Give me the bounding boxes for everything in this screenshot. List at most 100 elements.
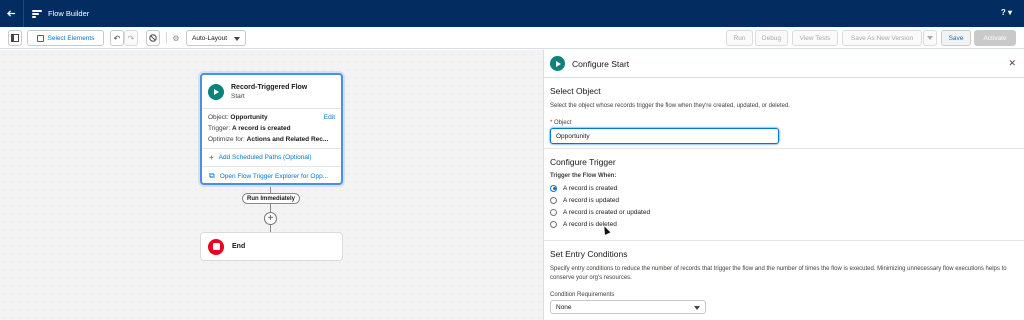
save-as-new-label: Save As New Version	[850, 34, 914, 42]
help-icon[interactable]: ? ▾	[1001, 8, 1012, 17]
radio-record-created[interactable]: A record is created	[550, 182, 1024, 194]
radio-label: A record is updated	[563, 196, 620, 204]
connector-line	[270, 225, 271, 232]
end-element[interactable]: End	[200, 232, 343, 261]
disable-icon	[149, 34, 157, 42]
toggle-panel-icon	[11, 34, 19, 42]
play-icon	[208, 83, 224, 100]
trigger-value: A record is created	[231, 125, 291, 132]
radio-label: A record is created	[563, 184, 618, 192]
entry-conditions-heading: Set Entry Conditions	[550, 249, 628, 259]
start-details: Object: Opportunity Edit Trigger: A reco…	[202, 109, 341, 149]
back-button[interactable]	[0, 0, 24, 27]
add-scheduled-paths-link[interactable]: + Add Scheduled Paths (Optional)	[202, 149, 341, 167]
play-icon	[550, 56, 565, 71]
radio-record-updated[interactable]: A record is updated	[550, 194, 1024, 206]
run-immediately-label: Run Immediately	[242, 193, 300, 204]
radio-button-checked[interactable]	[550, 184, 557, 192]
object-label: Object:	[208, 114, 229, 121]
edit-link[interactable]: Edit	[324, 114, 335, 121]
condition-requirements-label: Condition Requirements	[550, 292, 615, 298]
optimize-row: Optimize for: Actions and Related Rec...	[208, 136, 335, 143]
optimize-value: Actions and Related Rec...	[246, 136, 329, 143]
add-element-button[interactable]: +	[264, 212, 277, 225]
object-field-label: * Object	[550, 120, 572, 126]
save-label: Save	[948, 34, 964, 42]
back-arrow-icon	[7, 10, 16, 17]
redo-icon: ↷	[127, 33, 135, 43]
save-as-new-version-button[interactable]: Save As New Version	[842, 30, 922, 46]
configure-trigger-section: Configure Trigger Trigger the Flow When:…	[544, 149, 1024, 241]
entry-conditions-description: Specify entry conditions to reduce the n…	[550, 266, 1007, 281]
entry-conditions-section: Set Entry Conditions Specify entry condi…	[544, 241, 1024, 320]
object-row: Object: Opportunity	[208, 114, 335, 121]
top-bar: Flow Builder ? ▾	[0, 0, 1024, 27]
radio-button[interactable]	[550, 208, 557, 216]
object-input[interactable]: Opportunity	[550, 128, 779, 144]
radio-label: A record is created or updated	[563, 208, 651, 216]
condition-requirements-select[interactable]: None	[550, 300, 706, 314]
object-field-label-text: Object	[554, 120, 572, 126]
trigger-label: Trigger:	[208, 125, 231, 132]
object-value: Opportunity	[230, 114, 268, 121]
radio-button[interactable]	[550, 220, 557, 228]
close-icon[interactable]: ✕	[1008, 58, 1016, 69]
toggle-panel-button[interactable]	[8, 30, 22, 46]
chevron-down-icon	[694, 306, 700, 310]
select-elements-label: Select Elements	[47, 34, 95, 42]
start-header: Record-Triggered Flow Start	[202, 75, 341, 109]
undo-icon: ↶	[113, 33, 121, 43]
radio-label: A record is deleted	[563, 220, 617, 228]
radio-record-deleted[interactable]: A record is deleted	[550, 218, 1024, 230]
plus-icon: +	[267, 212, 274, 224]
undo-button[interactable]: ↶	[110, 30, 124, 46]
chevron-down-icon	[234, 37, 240, 41]
activate-label: Activate	[983, 34, 1007, 42]
plus-icon: +	[209, 153, 214, 162]
toolbar: Select Elements ↶ ↷ ⚙ Auto-Layout Run De…	[0, 27, 1024, 49]
add-paths-label: Add Scheduled Paths (Optional)	[218, 154, 312, 161]
chevron-down-icon	[927, 36, 933, 40]
settings-button[interactable]: ⚙	[170, 30, 182, 46]
layout-select[interactable]: Auto-Layout	[186, 30, 246, 46]
radio-button[interactable]	[550, 196, 557, 204]
layout-select-value: Auto-Layout	[192, 34, 228, 42]
select-object-section: Select Object Select the object whose re…	[544, 78, 1024, 149]
trigger-group-label: Trigger the Flow When:	[550, 173, 617, 179]
configure-start-panel: Configure Start ✕ Select Object Select t…	[543, 50, 1024, 320]
open-trigger-explorer-link[interactable]: ⧉ Open Flow Trigger Explorer for Opp...	[202, 167, 341, 185]
debug-button[interactable]: Debug	[755, 30, 788, 46]
configure-trigger-heading: Configure Trigger	[550, 157, 616, 167]
condition-requirements-value: None	[556, 303, 572, 311]
view-tests-label: View Tests	[799, 34, 831, 42]
select-object-description: Select the object whose records trigger …	[550, 103, 790, 109]
start-title: Record-Triggered Flow	[231, 83, 308, 91]
select-elements-button[interactable]: Select Elements	[27, 30, 104, 46]
redo-button[interactable]: ↷	[124, 30, 138, 46]
panel-title: Configure Start	[572, 58, 630, 69]
open-explorer-label: Open Flow Trigger Explorer for Opp...	[219, 172, 329, 180]
end-label: End	[232, 243, 246, 250]
debug-label: Debug	[761, 34, 782, 42]
disable-button[interactable]	[146, 30, 160, 46]
panel-header: Configure Start ✕	[544, 50, 1024, 78]
object-input-value: Opportunity	[556, 132, 590, 140]
gear-icon: ⚙	[172, 33, 180, 43]
flow-canvas[interactable]: Record-Triggered Flow Start Object: Oppo…	[0, 50, 543, 320]
run-button[interactable]: Run	[726, 30, 753, 46]
view-tests-button[interactable]: View Tests	[792, 30, 838, 46]
save-button[interactable]: Save	[941, 30, 971, 46]
optimize-label: Optimize for:	[208, 136, 245, 143]
end-stop-icon	[208, 238, 224, 255]
trigger-row: Trigger: A record is created	[208, 125, 335, 132]
save-menu-button[interactable]	[923, 30, 937, 46]
start-subtitle: Start	[231, 92, 245, 100]
select-object-heading: Select Object	[550, 86, 601, 96]
run-label: Run	[733, 34, 746, 42]
activate-button[interactable]: Activate	[974, 30, 1016, 46]
select-elements-icon	[36, 34, 44, 42]
external-link-icon: ⧉	[209, 171, 215, 180]
radio-record-created-or-updated[interactable]: A record is created or updated	[550, 206, 1024, 218]
start-element[interactable]: Record-Triggered Flow Start Object: Oppo…	[200, 73, 343, 185]
flow-logo-icon	[32, 9, 42, 19]
